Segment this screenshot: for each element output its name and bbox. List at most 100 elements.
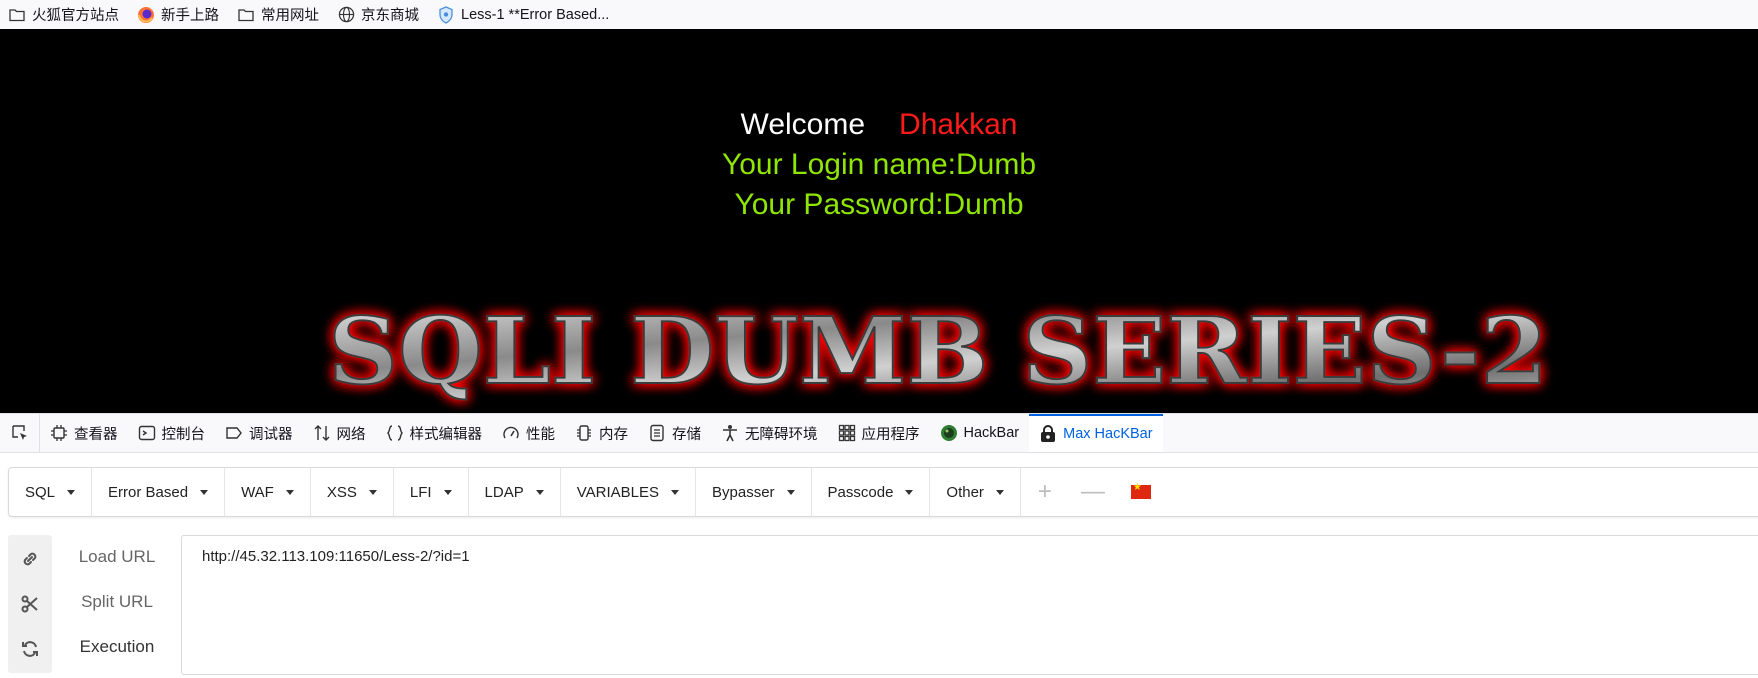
tab-performance[interactable]: 性能 bbox=[492, 414, 565, 452]
tab-label: 存储 bbox=[672, 426, 701, 443]
application-icon bbox=[838, 424, 855, 442]
menu-label: XSS bbox=[326, 483, 357, 501]
scissors-icon[interactable] bbox=[20, 594, 40, 614]
tab-style-editor[interactable]: 样式编辑器 bbox=[376, 414, 493, 452]
tab-storage[interactable]: 存储 bbox=[638, 414, 711, 452]
load-url-button[interactable]: Load URL bbox=[62, 547, 172, 567]
plus-icon: + bbox=[1037, 478, 1052, 505]
bookmark-common-sites[interactable]: 常用网址 bbox=[237, 4, 319, 25]
accessibility-icon bbox=[723, 425, 737, 442]
bookmark-jd-mall[interactable]: 京东商城 bbox=[337, 4, 419, 25]
execution-button[interactable]: Execution bbox=[62, 637, 172, 657]
banner-text: SQLI DUMB SERIES-2 bbox=[328, 297, 1548, 405]
menu-label: LDAP bbox=[484, 483, 524, 501]
tab-accessibility[interactable]: 无障碍环境 bbox=[711, 414, 828, 452]
bookmark-label: 京东商城 bbox=[361, 8, 419, 24]
bookmark-getting-started[interactable]: 新手上路 bbox=[137, 4, 219, 25]
element-picker-button[interactable] bbox=[0, 414, 40, 452]
bookmark-label: Less-1 **Error Based... bbox=[461, 6, 610, 23]
welcome-line: Welcome Dhakkan bbox=[0, 105, 1758, 145]
tab-max-hackbar[interactable]: Max HacKBar bbox=[1029, 414, 1163, 452]
globe-icon bbox=[337, 6, 355, 24]
password-line: Your Password:Dumb bbox=[734, 188, 1024, 221]
element-picker-icon bbox=[11, 425, 27, 440]
chevron-down-icon bbox=[786, 489, 795, 495]
zoom-out-button[interactable]: — bbox=[1069, 468, 1117, 516]
menu-variables[interactable]: VARIABLES bbox=[561, 468, 696, 516]
chevron-down-icon bbox=[368, 489, 377, 495]
memory-icon bbox=[577, 425, 591, 441]
tab-label: 性能 bbox=[526, 426, 555, 443]
menu-label: Passcode bbox=[827, 483, 894, 501]
menu-label: Other bbox=[946, 483, 984, 501]
performance-icon bbox=[503, 426, 519, 439]
menu-label: WAF bbox=[241, 483, 274, 501]
tab-label: Max HacKBar bbox=[1063, 426, 1153, 442]
hackbar-panel: SQL Error Based WAF XSS LFI LDAP VARIABL… bbox=[0, 453, 1758, 678]
tab-hackbar[interactable]: HackBar bbox=[930, 414, 1030, 452]
tab-label: 查看器 bbox=[74, 426, 118, 443]
inspector-icon bbox=[51, 425, 67, 441]
series-banner: SQLI DUMB SERIES-2 bbox=[327, 296, 1549, 406]
network-icon bbox=[314, 425, 329, 441]
tab-application[interactable]: 应用程序 bbox=[828, 414, 930, 452]
chevron-down-icon bbox=[535, 489, 544, 495]
menu-lfi[interactable]: LFI bbox=[394, 468, 469, 516]
bookmark-label: 火狐官方站点 bbox=[32, 8, 119, 24]
hackbar-menubar: SQL Error Based WAF XSS LFI LDAP VARIABL… bbox=[8, 467, 1758, 517]
chevron-down-icon bbox=[995, 489, 1004, 495]
bookmark-less-1[interactable]: Less-1 **Error Based... bbox=[437, 5, 610, 24]
minus-icon: — bbox=[1080, 478, 1105, 505]
chevron-down-icon bbox=[671, 489, 679, 495]
bookmark-label: 新手上路 bbox=[161, 8, 219, 24]
tab-label: 应用程序 bbox=[861, 426, 920, 443]
folder-icon bbox=[237, 6, 255, 24]
chevron-down-icon bbox=[67, 489, 76, 495]
menu-xss[interactable]: XSS bbox=[311, 468, 394, 516]
hackbar-action-icons bbox=[8, 535, 52, 673]
folder-icon bbox=[8, 6, 26, 24]
chevron-down-icon bbox=[443, 489, 452, 495]
tab-network[interactable]: 网络 bbox=[303, 414, 376, 452]
menu-label: LFI bbox=[409, 483, 432, 501]
tab-label: HackBar bbox=[963, 425, 1020, 441]
bookmark-firefox-official[interactable]: 火狐官方站点 bbox=[8, 4, 119, 25]
menu-ldap[interactable]: LDAP bbox=[469, 468, 561, 516]
zoom-in-button[interactable]: + bbox=[1021, 468, 1069, 516]
split-url-button[interactable]: Split URL bbox=[62, 592, 172, 612]
shield-icon bbox=[437, 5, 455, 24]
tab-label: 控制台 bbox=[161, 426, 206, 443]
menu-label: Error Based bbox=[108, 483, 189, 501]
menu-label: SQL bbox=[25, 483, 56, 501]
tab-label: 网络 bbox=[336, 426, 366, 443]
firefox-icon bbox=[137, 6, 155, 24]
refresh-icon[interactable] bbox=[20, 639, 40, 659]
devtools-toolbar: 查看器 控制台 调试器 网络 样式编辑器 性能 内存 存储 无障碍环境 应用程序… bbox=[0, 413, 1758, 453]
login-name-line: Your Login name:Dumb bbox=[721, 148, 1037, 181]
menu-label: Bypasser bbox=[712, 483, 775, 501]
menu-error-based[interactable]: Error Based bbox=[92, 468, 226, 516]
chevron-down-icon bbox=[200, 489, 209, 495]
bookmarks-bar: 火狐官方站点 新手上路 常用网址 京东商城 Less-1 **Error Bas… bbox=[0, 0, 1758, 29]
tab-label: 样式编辑器 bbox=[409, 426, 483, 443]
page-content: Welcome Dhakkan Your Login name:Dumb Your… bbox=[0, 29, 1758, 413]
tab-console[interactable]: 控制台 bbox=[128, 414, 216, 452]
chevron-down-icon bbox=[905, 489, 914, 495]
menu-waf[interactable]: WAF bbox=[225, 468, 311, 516]
storage-icon bbox=[650, 424, 664, 442]
url-input[interactable]: http://45.32.113.109:11650/Less-2/?id=1 bbox=[181, 535, 1758, 675]
menu-passcode[interactable]: Passcode bbox=[812, 468, 931, 516]
menu-label: VARIABLES bbox=[576, 483, 659, 501]
menu-bypasser[interactable]: Bypasser bbox=[696, 468, 812, 516]
tab-label: 内存 bbox=[599, 426, 628, 443]
tab-inspector[interactable]: 查看器 bbox=[40, 414, 128, 452]
language-flag-icon[interactable] bbox=[1130, 482, 1151, 499]
tab-label: 无障碍环境 bbox=[745, 426, 818, 443]
link-icon[interactable] bbox=[20, 549, 40, 569]
tab-memory[interactable]: 内存 bbox=[565, 414, 638, 452]
debugger-icon bbox=[226, 427, 242, 439]
menu-other[interactable]: Other bbox=[930, 468, 1021, 516]
tab-debugger[interactable]: 调试器 bbox=[215, 414, 303, 452]
menu-sql[interactable]: SQL bbox=[9, 468, 93, 516]
style-editor-icon bbox=[386, 425, 403, 441]
